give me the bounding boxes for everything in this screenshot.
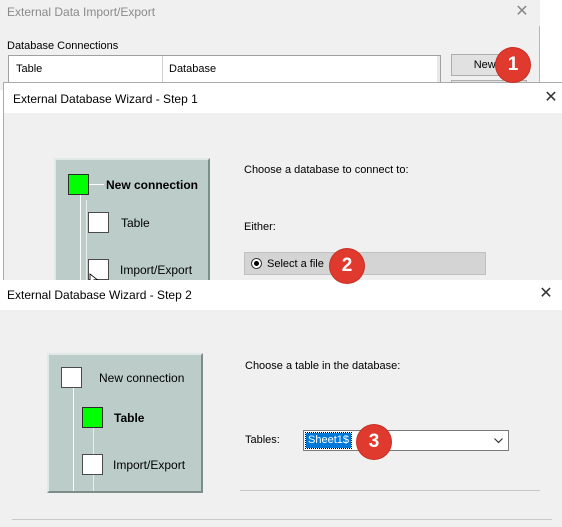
step-indicator-table	[82, 407, 103, 428]
tables-dropdown[interactable]: Sheet1$	[303, 430, 509, 451]
select-file-label: Select a file	[267, 258, 324, 270]
wizard-step1-dialog: External Database Wizard - Step 1 ✕ New …	[3, 82, 562, 288]
either-label: Either:	[244, 221, 276, 233]
wizard-step1-titlebar: External Database Wizard - Step 1 ✕	[4, 83, 562, 113]
step-indicator-new-connection	[61, 367, 82, 388]
choose-database-prompt: Choose a database to connect to:	[244, 164, 409, 176]
radio-button[interactable]	[251, 258, 262, 269]
column-header-table[interactable]: Table	[16, 63, 42, 75]
import-export-titlebar: External Data Import/Export ✕	[0, 0, 540, 26]
step-tree-line	[86, 200, 87, 286]
step-indicator-table	[88, 212, 109, 233]
connections-table-header: Table Database	[9, 56, 440, 83]
step-label-new-connection: New connection	[106, 178, 199, 192]
close-icon[interactable]: ✕	[542, 89, 560, 107]
wizard-steps-panel: New connection Table Import/Export	[47, 353, 203, 493]
choose-table-prompt: Choose a table in the database:	[245, 360, 401, 372]
chevron-down-icon[interactable]	[491, 433, 506, 448]
wizard-step2-dialog: External Database Wizard - Step 2 ✕ New …	[0, 280, 562, 527]
step-label-import-export: Import/Export	[113, 458, 186, 472]
tables-label: Tables:	[245, 434, 280, 446]
callout-badge-1: 1	[496, 48, 530, 82]
import-export-dialog: External Data Import/Export ✕ Database C…	[0, 0, 540, 95]
wizard-step2-titlebar: External Database Wizard - Step 2 ✕	[0, 280, 562, 310]
step-tree-line	[73, 375, 74, 491]
wizard-steps-panel: New connection Table Import/Export	[54, 158, 210, 288]
divider	[240, 490, 540, 491]
step-label-table: Table	[114, 411, 145, 425]
step-indicator-new-connection	[68, 174, 89, 195]
column-divider[interactable]	[162, 56, 163, 82]
step-label-import-export: Import/Export	[120, 263, 193, 277]
tables-dropdown-value: Sheet1$	[305, 432, 352, 449]
callout-badge-3: 3	[357, 425, 391, 459]
database-connections-label: Database Connections	[7, 40, 119, 52]
wizard-step2-title: External Database Wizard - Step 2	[7, 288, 192, 302]
radio-selected-dot	[254, 261, 259, 266]
close-icon[interactable]: ✕	[513, 3, 531, 21]
step-tree-line	[80, 180, 81, 286]
callout-badge-2: 2	[330, 249, 364, 283]
divider	[12, 519, 552, 520]
import-export-title: External Data Import/Export	[7, 5, 156, 19]
step-label-table: Table	[121, 216, 150, 230]
wizard-step1-title: External Database Wizard - Step 1	[13, 92, 198, 106]
step-label-new-connection: New connection	[99, 371, 185, 385]
close-icon[interactable]: ✕	[537, 285, 555, 303]
column-header-database[interactable]: Database	[169, 63, 216, 75]
select-file-radio-option[interactable]: Select a file	[244, 252, 486, 275]
step-indicator-import-export	[82, 454, 103, 475]
